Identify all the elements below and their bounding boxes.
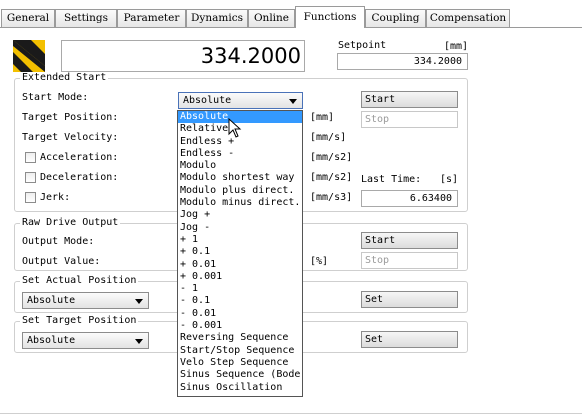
tab-strip: General Settings Parameter Dynamics Onli… <box>0 0 582 28</box>
deceleration-label: Deceleration: <box>40 172 119 183</box>
acceleration-unit: [mm/s2] <box>310 152 353 163</box>
raw-drive-stop-button: Stop <box>361 252 458 269</box>
setpoint-unit: [mm] <box>444 41 469 52</box>
dropdown-option[interactable]: - 0.01 <box>178 308 302 320</box>
acceleration-checkbox[interactable] <box>25 152 36 163</box>
output-mode-label: Output Mode: <box>22 236 95 247</box>
chevron-down-icon <box>289 99 297 104</box>
extended-stop-button: Stop <box>361 111 458 128</box>
dropdown-option[interactable]: Reversing Sequence <box>178 332 302 344</box>
tab-general[interactable]: General <box>1 9 55 27</box>
extended-start-title: Extended Start <box>20 72 109 83</box>
striped-status-icon <box>13 40 45 72</box>
jerk-checkbox[interactable] <box>25 192 36 203</box>
last-time-unit: [s] <box>440 174 459 185</box>
tab-functions[interactable]: Functions <box>295 6 365 28</box>
start-mode-value: Absolute <box>183 95 232 106</box>
output-value-label: Output Value: <box>22 256 101 267</box>
dropdown-option[interactable]: + 0.001 <box>178 271 302 283</box>
dropdown-option[interactable]: Modulo <box>178 160 302 172</box>
raw-drive-start-button[interactable]: Start <box>361 232 458 249</box>
dropdown-option[interactable]: + 0.01 <box>178 259 302 271</box>
dropdown-option[interactable]: + 1 <box>178 234 302 246</box>
set-actual-select[interactable]: Absolute <box>22 292 149 309</box>
deceleration-checkbox[interactable] <box>25 172 36 183</box>
set-actual-value: Absolute <box>27 295 76 306</box>
tab-parameter[interactable]: Parameter <box>117 9 186 27</box>
dropdown-option[interactable]: + 0.1 <box>178 246 302 258</box>
dropdown-option[interactable]: Jog + <box>178 209 302 221</box>
dropdown-option[interactable]: Modulo minus direct. <box>178 197 302 209</box>
setpoint-field: 334.2000 <box>337 53 468 70</box>
target-velocity-unit: [mm/s] <box>310 132 347 143</box>
dropdown-option[interactable]: - 0.1 <box>178 295 302 307</box>
dropdown-option[interactable]: Sinus Sequence (Bode <box>178 369 302 381</box>
last-time-field: 6.63400 <box>361 190 458 207</box>
set-target-value: Absolute <box>27 335 76 346</box>
set-target-select[interactable]: Absolute <box>22 332 149 349</box>
dropdown-option[interactable]: Start/Stop Sequence <box>178 345 302 357</box>
chevron-down-icon <box>135 299 143 304</box>
bottom-divider <box>0 413 582 414</box>
chevron-down-icon <box>135 339 143 344</box>
position-display: 334.2000 <box>61 40 305 72</box>
start-mode-dropdown-list[interactable]: Absolute Relative Endless + Endless - Mo… <box>177 110 303 397</box>
mouse-pointer-icon <box>228 118 242 138</box>
acceleration-label: Acceleration: <box>40 152 119 163</box>
raw-drive-title: Raw Drive Output <box>20 217 121 228</box>
jerk-unit: [mm/s3] <box>310 192 353 203</box>
target-velocity-label: Target Velocity: <box>22 132 119 143</box>
set-target-title: Set Target Position <box>20 315 139 326</box>
dropdown-option[interactable]: Jog - <box>178 222 302 234</box>
dropdown-option[interactable]: - 0.001 <box>178 320 302 332</box>
tab-online[interactable]: Online <box>248 9 295 27</box>
dropdown-option[interactable]: Sinus Oscillation <box>178 382 302 394</box>
tab-coupling[interactable]: Coupling <box>365 9 426 27</box>
dropdown-option[interactable]: Endless - <box>178 148 302 160</box>
tab-compensation[interactable]: Compensation <box>426 9 510 27</box>
target-position-label: Target Position: <box>22 112 119 123</box>
set-actual-title: Set Actual Position <box>20 275 139 286</box>
output-value-unit: [%] <box>310 256 329 267</box>
deceleration-unit: [mm/s2] <box>310 172 353 183</box>
target-position-unit: [mm] <box>310 112 335 123</box>
start-mode-label: Start Mode: <box>22 92 89 103</box>
start-mode-select[interactable]: Absolute <box>178 92 303 109</box>
extended-start-button[interactable]: Start <box>361 91 458 108</box>
dropdown-option[interactable]: Modulo shortest way <box>178 172 302 184</box>
dropdown-option[interactable]: Modulo plus direct. <box>178 185 302 197</box>
last-time-label: Last Time: <box>361 174 422 185</box>
tab-settings[interactable]: Settings <box>55 9 117 27</box>
tab-dynamics[interactable]: Dynamics <box>186 9 248 27</box>
dropdown-option[interactable]: - 1 <box>178 283 302 295</box>
dropdown-option[interactable]: Velo Step Sequence <box>178 357 302 369</box>
jerk-label: Jerk: <box>40 192 71 203</box>
setpoint-label: Setpoint <box>338 40 387 51</box>
set-actual-button[interactable]: Set <box>361 291 458 308</box>
tab-underline <box>0 27 582 28</box>
set-target-button[interactable]: Set <box>361 331 458 348</box>
